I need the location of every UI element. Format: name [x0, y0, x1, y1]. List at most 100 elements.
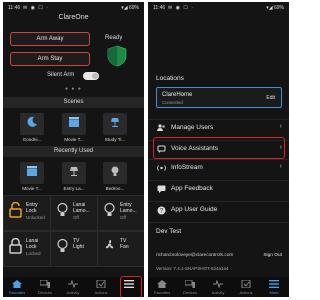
tab-actions[interactable]: Actions [232, 277, 260, 297]
phone-more-screen: 11:46 ✉ ◉ ☐ · ▾◢ 69% Locations ClareHome… [148, 2, 289, 297]
location-status: Connected [162, 100, 183, 105]
tab-more[interactable]: More [260, 277, 288, 297]
ready-status: Ready [105, 35, 123, 41]
clapper-icon [69, 117, 79, 127]
stream-icon [157, 165, 166, 171]
location-name: ClareHome [162, 92, 193, 98]
bulb-icon [104, 202, 115, 216]
page-dots: ● ● ● [65, 86, 82, 92]
recent-tile-2[interactable] [62, 162, 86, 184]
user-email: richard.soloveye@clarecontrols.com [156, 253, 234, 258]
menu-item-infostream[interactable]: InfoStream › [148, 159, 289, 177]
status-battery: ▾◢ 69% [266, 5, 284, 11]
moon-icon [27, 116, 37, 127]
status-time: 11:46 [8, 5, 21, 11]
phone-home-screen: 11:46 ✉ ◉ ☐ · ▾◢ 69% ClareOne Arm Away A… [3, 2, 144, 297]
location-card[interactable]: ClareHome Connected Edit [156, 87, 282, 108]
clapper-icon [27, 166, 37, 176]
tab-favorites[interactable]: Favorites [148, 277, 176, 297]
lamp-icon [70, 167, 78, 176]
sign-out-link[interactable]: Sign Out [263, 253, 282, 258]
recent-label-3: Bedroo... [105, 186, 125, 191]
silent-arm-label: Silent Arm [47, 72, 75, 78]
device-card-lanai-lamp[interactable]: Lanai Lamo... Off [50, 195, 98, 231]
device-state: Off [73, 215, 79, 220]
scene-label-2: Movie T... [64, 137, 84, 142]
dev-test-label: Dev Test [156, 228, 182, 235]
recent-label-2: Entry La... [63, 186, 85, 191]
arm-away-button[interactable]: Arm Away [10, 32, 90, 46]
activity-icon [68, 280, 78, 288]
lock-open-icon [9, 202, 22, 218]
device-card-entry-lock[interactable]: Entry Lock Unlocked [3, 195, 51, 231]
edit-location-button[interactable]: Edit [266, 95, 275, 101]
scene-label-1: Goodni... [22, 137, 42, 142]
menu-divider [148, 222, 289, 223]
device-card-tv-light[interactable]: TV Light [50, 231, 98, 267]
recent-tile-1[interactable] [20, 162, 44, 184]
shield-icon [107, 45, 127, 67]
tab-devices[interactable]: Devices [31, 277, 59, 297]
bulb-icon [57, 238, 68, 252]
recently-used-header: Recently Used [3, 146, 144, 157]
tab-actions[interactable]: Actions [87, 277, 115, 297]
tab-activity[interactable]: Activity [59, 277, 87, 297]
device-name: TV Light [73, 238, 84, 250]
chevron-right-icon: › [279, 123, 282, 130]
status-battery: ▾◢ 69% [121, 5, 139, 11]
app-version: Version: 7.4.1-SNAPSHOT-524a1a4 [156, 266, 229, 271]
scenes-header: Scenes [3, 97, 144, 108]
recent-tile-3[interactable] [103, 162, 127, 184]
device-card-lanai-lock[interactable]: Lanai Lock Locked [3, 231, 51, 267]
silent-arm-toggle[interactable] [83, 72, 99, 80]
menu-item-manage-users[interactable]: Manage Users › [148, 119, 289, 137]
tab-activity[interactable]: Activity [204, 277, 232, 297]
fan-icon [105, 240, 114, 249]
help-icon: ? [157, 206, 166, 215]
device-state: Unlocked [26, 215, 45, 220]
scene-label-3: Study Ti... [104, 137, 126, 142]
scene-tile-3[interactable] [103, 113, 127, 135]
bottom-tab-bar: Favorites Devices Activity Actions More [148, 277, 289, 297]
devices-icon [40, 280, 50, 288]
arm-stay-button[interactable]: Arm Stay [10, 52, 90, 66]
status-time: 11:46 [153, 5, 166, 11]
tab-favorites[interactable]: Favorites [3, 277, 31, 297]
device-name: Lanai Lock [26, 238, 39, 250]
menu-item-app-feedback[interactable]: App Feedback [148, 180, 289, 198]
highlight-voice-assistants [153, 137, 285, 159]
status-icons: ✉ ◉ ☐ · [168, 5, 194, 11]
device-name: Lanai Lamo... [73, 202, 90, 214]
highlight-more-tab [120, 276, 142, 297]
bulb-icon [57, 202, 68, 216]
lock-icon [9, 238, 22, 254]
device-name: Entry Lamo... [120, 202, 137, 214]
home-icon [12, 280, 22, 288]
lamp-icon [111, 118, 119, 127]
status-bar: 11:46 ✉ ◉ ☐ · ▾◢ 69% [3, 2, 144, 13]
bulb-icon [111, 166, 119, 176]
recent-label-1: Movie T... [22, 186, 42, 191]
chevron-right-icon: › [279, 163, 282, 170]
users-icon [157, 124, 165, 131]
device-name: TV Fan [120, 238, 129, 250]
scene-tile-1[interactable] [20, 113, 44, 135]
home-icon [157, 280, 167, 288]
scene-tile-2[interactable] [62, 113, 86, 135]
status-bar: 11:46 ✉ ◉ ☐ · ▾◢ 69% [148, 2, 289, 13]
tab-devices[interactable]: Devices [176, 277, 204, 297]
locations-header: Locations [156, 75, 184, 82]
actions-icon [96, 280, 106, 288]
device-card-tv-fan[interactable]: TV Fan [97, 231, 144, 267]
actions-icon [241, 280, 251, 288]
app-title: ClareOne [58, 14, 89, 21]
feedback-icon [157, 185, 166, 193]
devices-icon [185, 280, 195, 288]
activity-icon [213, 280, 223, 288]
menu-icon [269, 280, 279, 288]
menu-item-app-user-guide[interactable]: ? App User Guide [148, 201, 289, 219]
device-state: Locked [26, 251, 41, 256]
device-name: Entry Lock [26, 202, 38, 214]
device-card-entry-lamp[interactable]: Entry Lamo... Off [97, 195, 144, 231]
device-state: Off [120, 215, 126, 220]
